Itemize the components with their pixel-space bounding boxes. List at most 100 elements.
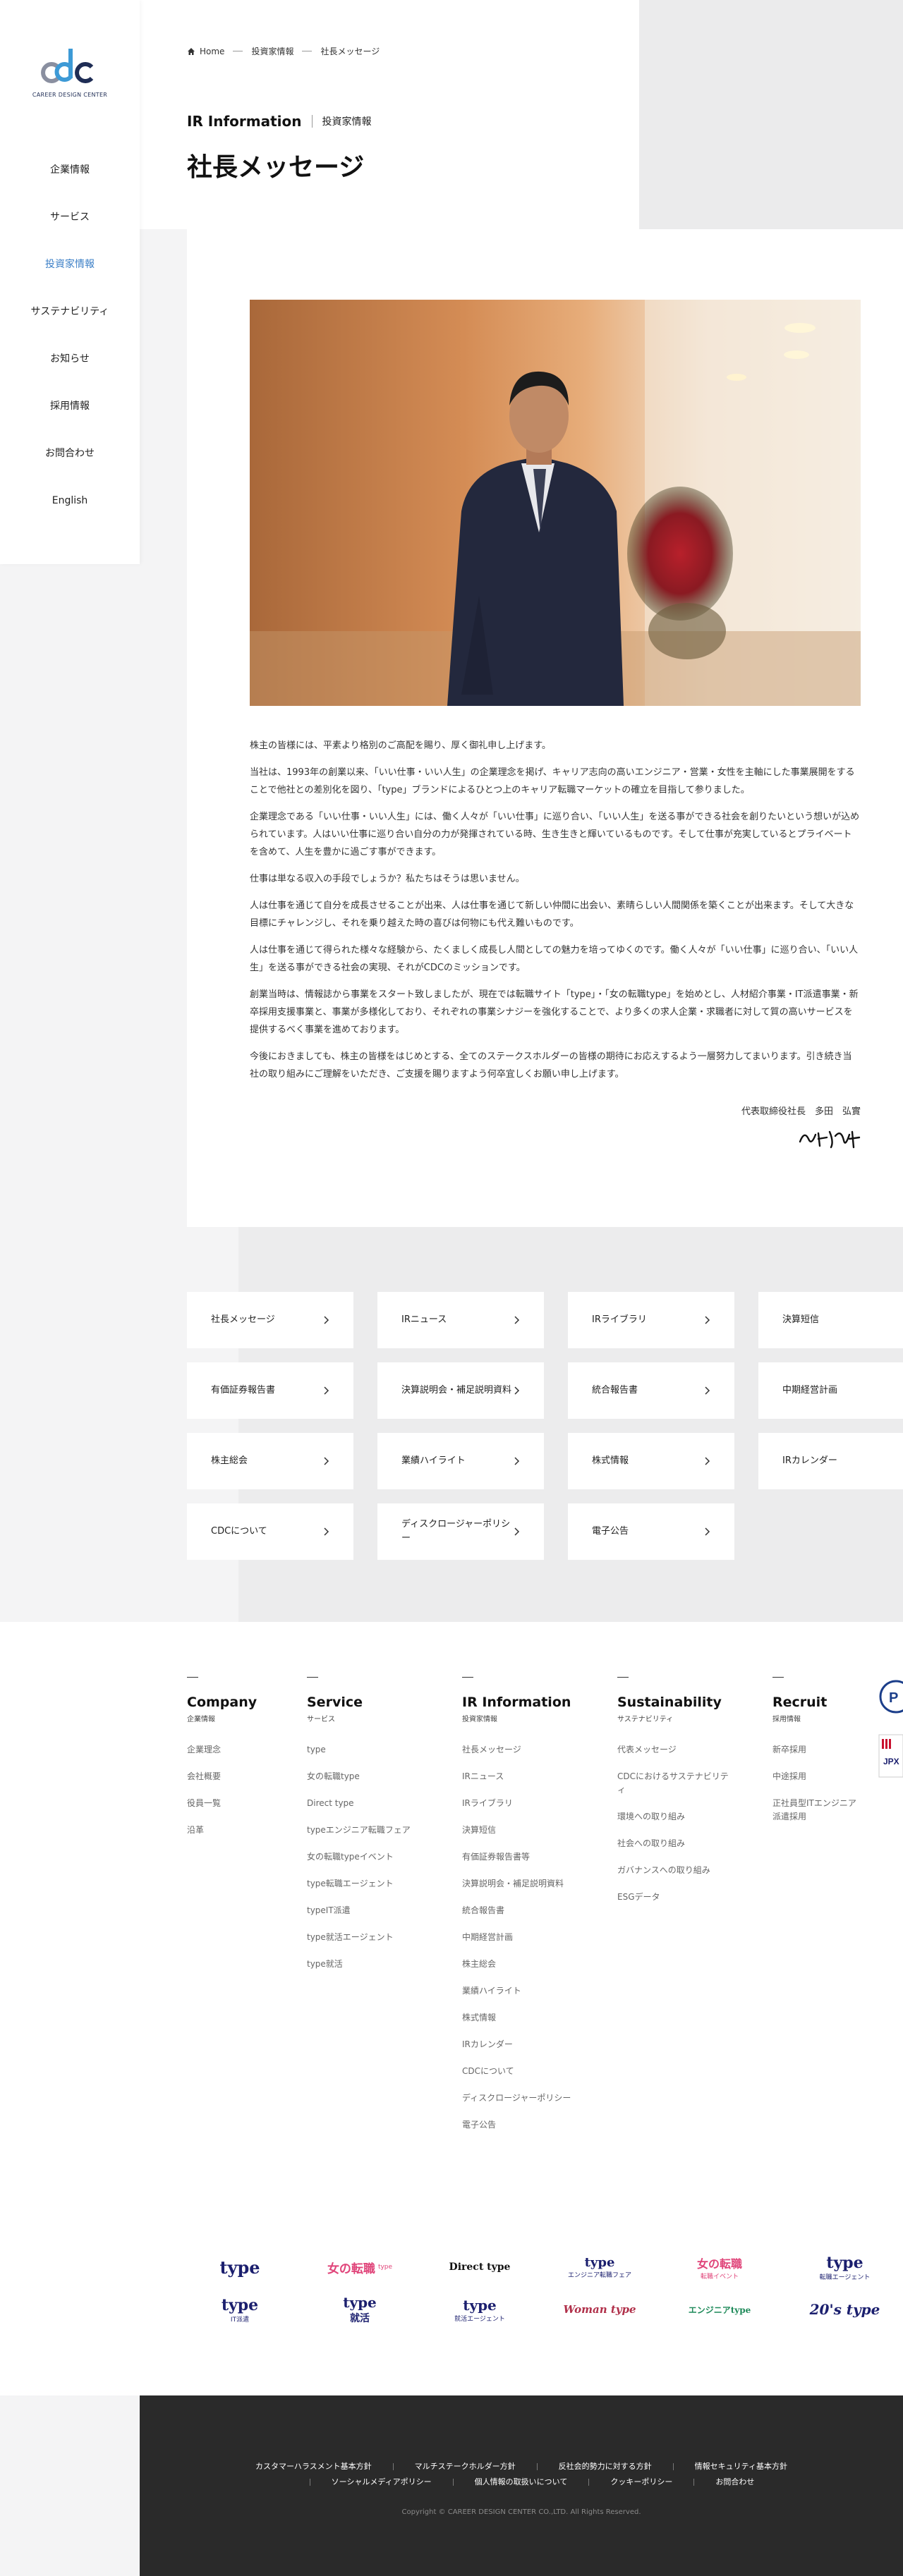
nav-item-recruit[interactable]: 採用情報 (0, 397, 140, 444)
footer-link[interactable]: 代表メッセージ (617, 1743, 730, 1757)
link-ir-calendar[interactable]: IRカレンダー (758, 1433, 903, 1489)
brand-name: type (221, 2295, 259, 2314)
footer-link[interactable]: 女の転職type (307, 1770, 420, 1783)
footer-link[interactable]: 役員一覧 (187, 1797, 257, 1810)
footer-link-divider (452, 2479, 454, 2486)
link-performance-highlights[interactable]: 業績ハイライト (377, 1433, 544, 1489)
footer-policy-link[interactable]: 反社会的勢力に対する方針 (559, 2462, 652, 2471)
footer-link[interactable]: CDCにおけるサステナビリティ (617, 1770, 730, 1797)
link-integrated-report[interactable]: 統合報告書 (568, 1362, 734, 1419)
footer-sitemap: Company 企業情報 企業理念 会社概要 役員一覧 沿革 Service サ… (0, 1622, 903, 2395)
brand-shukatsu[interactable]: type 就活 (307, 2292, 413, 2327)
footer-policy-links: カスタマーハラスメント基本方針 マルチステークホルダー方針 反社会的勢力に対する方針… (140, 2459, 903, 2490)
footer-link[interactable]: 電子公告 (462, 2118, 582, 2132)
footer-link[interactable]: 社会への取り組み (617, 1837, 730, 1850)
footer-link[interactable]: 業績ハイライト (462, 1984, 582, 1998)
breadcrumb-home[interactable]: Home (200, 47, 224, 56)
footer-link[interactable]: 環境への取り組み (617, 1810, 730, 1824)
brand-engineer-fair[interactable]: type エンジニア転職フェア (547, 2250, 653, 2285)
link-stock-info[interactable]: 株式情報 (568, 1433, 734, 1489)
message-paragraph: 今後におきましても、株主の皆様をはじめとする、全てのステークスホルダーの皆様の期… (250, 1051, 852, 1080)
footer-col-title[interactable]: Recruit (772, 1695, 861, 1710)
footer-link[interactable]: 株式情報 (462, 2011, 582, 2025)
footer-policy-link[interactable]: マルチステークホルダー方針 (415, 2462, 516, 2471)
footer-link[interactable]: 決算短信 (462, 1824, 582, 1837)
footer-col-title[interactable]: IR Information (462, 1695, 582, 1710)
footer-col-title[interactable]: Company (187, 1695, 257, 1710)
footer-link[interactable]: 中途採用 (772, 1770, 861, 1783)
brand-onna-tenshoku[interactable]: 女の転職 type (307, 2250, 413, 2285)
brand-name: type (343, 2294, 377, 2311)
footer-link[interactable]: 有価証券報告書等 (462, 1850, 582, 1864)
link-disclosure-policy[interactable]: ディスクロージャーポリシー (377, 1503, 544, 1560)
footer-link[interactable]: IRカレンダー (462, 2038, 582, 2051)
footer-link[interactable]: type就活エージェント (307, 1931, 420, 1944)
footer-link[interactable]: 女の転職typeイベント (307, 1850, 420, 1864)
nav-item-news[interactable]: お知らせ (0, 350, 140, 397)
footer-link[interactable]: 社長メッセージ (462, 1743, 582, 1757)
footer-link[interactable]: type転職エージェント (307, 1877, 420, 1891)
brand-shukatsu-agent[interactable]: type 就活エージェント (427, 2292, 533, 2327)
footer-link[interactable]: ガバナンスへの取り組み (617, 1864, 730, 1877)
brand-direct-type[interactable]: Direct type (427, 2250, 533, 2285)
nav-item-english[interactable]: English (0, 492, 140, 539)
link-shareholders-meeting[interactable]: 株主総会 (187, 1433, 353, 1489)
footer-policy-link[interactable]: クッキーポリシー (610, 2477, 672, 2486)
footer-policy-link[interactable]: お問合わせ (715, 2477, 754, 2486)
logo-text: CAREER DESIGN CENTER (32, 92, 108, 98)
footer-link[interactable]: 統合報告書 (462, 1904, 582, 1917)
link-president-message[interactable]: 社長メッセージ (187, 1292, 353, 1348)
brand-type[interactable]: type (187, 2250, 293, 2285)
brand-woman-type[interactable]: Woman type (547, 2292, 653, 2327)
footer-link[interactable]: 新卒採用 (772, 1743, 861, 1757)
footer-link[interactable]: ディスクロージャーポリシー (462, 2092, 582, 2105)
footer-link[interactable]: IRライブラリ (462, 1797, 582, 1810)
breadcrumb-current: 社長メッセージ (320, 47, 380, 56)
nav-item-company[interactable]: 企業情報 (0, 161, 140, 208)
footer-link[interactable]: 企業理念 (187, 1743, 257, 1757)
nav-item-sustainability[interactable]: サステナビリティ (0, 303, 140, 350)
footer-link[interactable]: CDCについて (462, 2065, 582, 2078)
link-earnings-briefing[interactable]: 決算説明会・補足説明資料 (377, 1362, 544, 1419)
footer-link[interactable]: type就活 (307, 1958, 420, 1971)
footer-col-title[interactable]: Service (307, 1695, 420, 1710)
footer-link[interactable]: typeエンジニア転職フェア (307, 1824, 420, 1837)
brand-tenshoku-agent[interactable]: type 転職エージェント (787, 2250, 903, 2285)
brand-sub: type (377, 2264, 393, 2271)
footer-policy-link[interactable]: ソーシャルメディアポリシー (332, 2477, 432, 2486)
footer-link[interactable]: 会社概要 (187, 1770, 257, 1783)
footer-link[interactable]: 沿革 (187, 1824, 257, 1837)
footer-link[interactable]: 正社員型ITエンジニア派遣採用 (772, 1797, 861, 1824)
footer-link[interactable]: 決算説明会・補足説明資料 (462, 1877, 582, 1891)
footer-link[interactable]: ESGデータ (617, 1891, 730, 1904)
footer-link[interactable]: 中期経営計画 (462, 1931, 582, 1944)
brand-onna-event[interactable]: 女の転職 転職イベント (667, 2250, 772, 2285)
section-heading: IR Information 投資家情報 (187, 113, 372, 130)
footer-link[interactable]: type (307, 1743, 420, 1757)
nav-item-ir[interactable]: 投資家情報 (0, 255, 140, 303)
footer-policy-link[interactable]: カスタマーハラスメント基本方針 (255, 2462, 372, 2471)
nav-item-contact[interactable]: お問合わせ (0, 444, 140, 492)
footer-link[interactable]: typeIT派遣 (307, 1904, 420, 1917)
link-about-cdc[interactable]: CDCについて (187, 1503, 353, 1560)
footer-col-ir: IR Information 投資家情報 社長メッセージ IRニュース IRライ… (462, 1677, 582, 2145)
footer-col-title[interactable]: Sustainability (617, 1695, 730, 1710)
breadcrumb-parent[interactable]: 投資家情報 (251, 45, 293, 57)
footer-link[interactable]: 株主総会 (462, 1958, 582, 1971)
link-midterm-plan[interactable]: 中期経営計画 (758, 1362, 903, 1419)
link-electronic-notice[interactable]: 電子公告 (568, 1503, 734, 1560)
brand-engineer-type[interactable]: エンジニアtype (667, 2292, 772, 2327)
link-ir-news[interactable]: IRニュース (377, 1292, 544, 1348)
footer-policy-link[interactable]: 個人情報の取扱いについて (475, 2477, 568, 2486)
brand-it-haken[interactable]: type IT派遣 (187, 2292, 293, 2327)
link-ir-library[interactable]: IRライブラリ (568, 1292, 734, 1348)
footer-policy-link[interactable]: 情報セキュリティ基本方針 (695, 2462, 787, 2471)
link-financial-summary[interactable]: 決算短信 (758, 1292, 903, 1348)
site-logo[interactable]: CAREER DESIGN CENTER (27, 39, 113, 102)
nav-item-service[interactable]: サービス (0, 208, 140, 255)
link-securities-report[interactable]: 有価証券報告書 (187, 1362, 353, 1419)
footer-link[interactable]: Direct type (307, 1797, 420, 1810)
footer-link[interactable]: IRニュース (462, 1770, 582, 1783)
brand-20s-type[interactable]: 20's type (787, 2292, 903, 2327)
section-divider (311, 115, 313, 128)
